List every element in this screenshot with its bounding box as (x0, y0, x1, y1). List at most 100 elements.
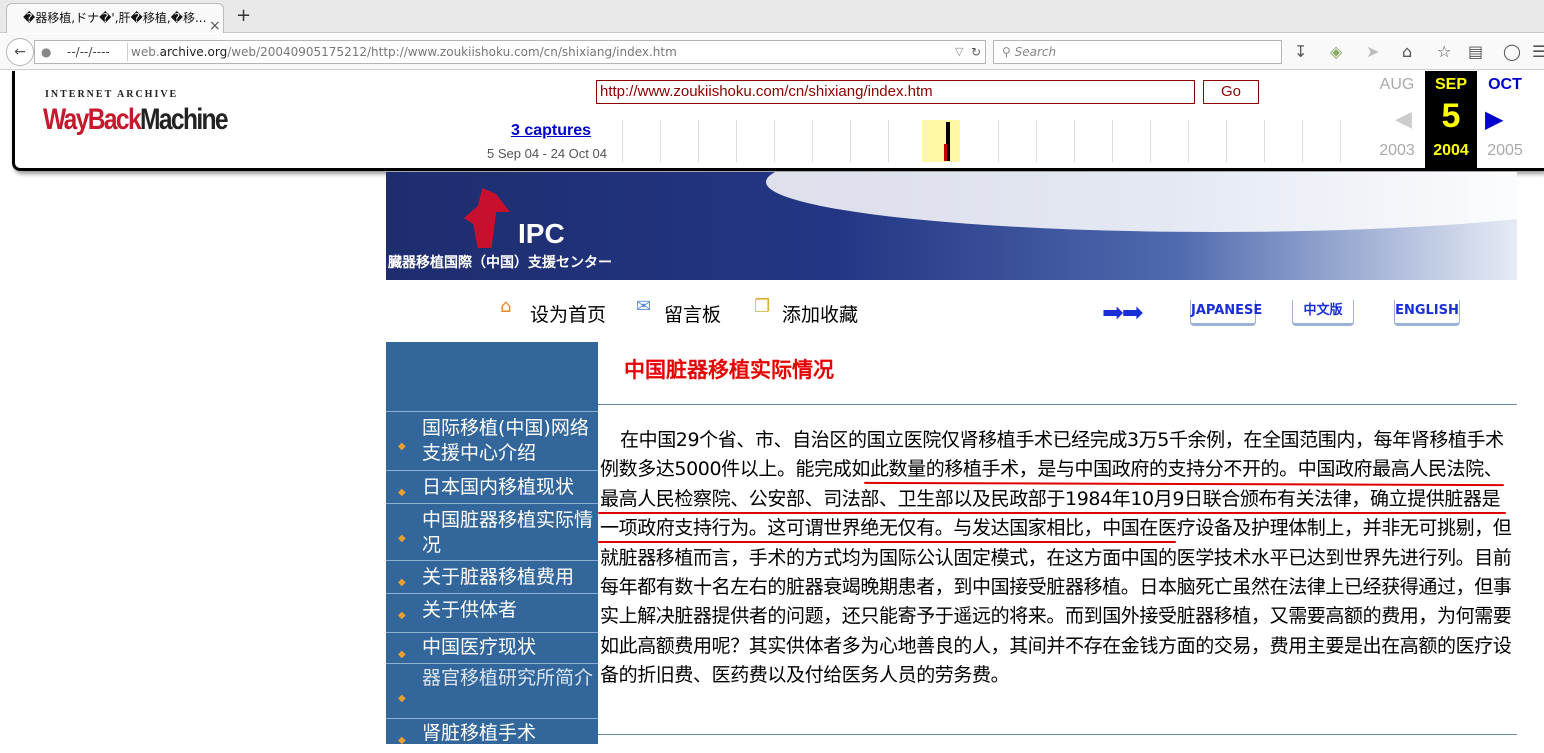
sparkline-col (850, 120, 851, 162)
banner-swoosh (766, 172, 1517, 232)
sparkline-col (736, 120, 737, 162)
sidebar-item-kidney[interactable]: ◆ 肾脏移植手术 (386, 718, 598, 746)
sidebar-item-label: 中国医疗现状 (422, 636, 537, 658)
guestbook-icon: ✉ (636, 296, 652, 317)
bullet-icon: ◆ (398, 610, 406, 621)
download-icon[interactable]: ↧ (1294, 42, 1307, 61)
close-icon[interactable]: × (209, 12, 221, 33)
url-text: web.archive.org/web/20040905175212/http:… (131, 41, 677, 63)
capture-mark-current (944, 144, 947, 161)
sparkline-highlight (922, 120, 960, 162)
site-nav: ⌂ 设为首页 ✉ 留言板 ❐ 添加收藏 ➡➡ JAPANESE 中文版 ENGL… (386, 282, 1517, 340)
tab-title: �器移植,ドナ�',肝�移植,�移... (23, 11, 207, 25)
sparkline-col (622, 120, 623, 162)
browser-tab[interactable]: �器移植,ドナ�',肝�移植,�移... × (6, 3, 224, 33)
sparkline-col (1226, 120, 1227, 162)
reload-icon[interactable]: ↻ (971, 41, 981, 63)
sidebar-item-label: 关于脏器移植费用 (422, 566, 575, 588)
sidebar-item-donor[interactable]: ◆ 关于供体者 (386, 593, 598, 631)
search-icon: ⚲ (1002, 45, 1011, 59)
wayback-url-input[interactable]: http://www.zoukiishoku.com/cn/shixiang/i… (596, 80, 1195, 104)
url-separator (127, 43, 128, 61)
add-favorite-link[interactable]: 添加收藏 (782, 300, 858, 327)
sidebar-item-label: 器官移植研究所简介 (422, 667, 594, 689)
sidebar-item-china-status[interactable]: ◆ 中国脏器移植实际情况 (386, 503, 598, 559)
lang-japanese-button[interactable]: JAPANESE (1190, 300, 1262, 326)
sidebar-item-medical[interactable]: ◆ 中国医疗现状 (386, 632, 598, 662)
bullet-icon: ◆ (398, 693, 406, 704)
logo-way: Way (43, 103, 89, 136)
sparkline-col (888, 120, 889, 162)
sparkline-col (1302, 120, 1303, 162)
tab-bar: �器移植,ドナ�',肝�移植,�移... × + (0, 0, 1544, 33)
sidebar-item-institute[interactable]: ◆ 器官移植研究所简介 (386, 663, 598, 717)
sparkline-col (1150, 120, 1151, 162)
back-arrow-icon: ← (14, 44, 26, 60)
ia-label: INTERNET ARCHIVE (45, 89, 179, 100)
double-arrow-icon: ➡➡ (1102, 298, 1144, 328)
sidebar-item-label: 国际移植(中国)网络支援中心介绍 (422, 417, 589, 464)
url-domain: archive.org (159, 45, 228, 59)
prev-month[interactable]: AUG (1373, 76, 1421, 94)
reader-icon[interactable]: ▤ (1468, 42, 1483, 61)
ipc-logo-icon (464, 188, 510, 248)
prev-year[interactable]: 2003 (1373, 142, 1421, 160)
url-prefix: web. (131, 45, 160, 59)
sidebar-item-cost[interactable]: ◆ 关于脏器移植费用 (386, 560, 598, 592)
body-paragraph: 在中国29个省、市、自治区的国立医院仅肾移植手术已经完成3万5千余例，在全国范围… (600, 429, 1512, 687)
logo-back: Back (87, 103, 142, 136)
current-day: 5 (1441, 97, 1461, 135)
red-underline (598, 512, 1506, 514)
pocket-icon[interactable]: ◯ (1503, 42, 1521, 61)
sidebar-item-label: 关于供体者 (422, 599, 518, 621)
send-icon[interactable]: ➤ (1366, 42, 1379, 61)
go-button[interactable]: Go (1203, 80, 1259, 104)
sparkline-col (1188, 120, 1189, 162)
back-button[interactable]: ← (6, 38, 34, 66)
wayback-toolbar: INTERNET ARCHIVE WayBackMachine http://w… (12, 71, 1544, 171)
set-homepage-link[interactable]: 设为首页 (530, 300, 606, 327)
current-month: SEP (1434, 76, 1467, 93)
next-year: 2005 (1487, 142, 1523, 159)
sparkline-col (1036, 120, 1037, 162)
lang-chinese-button[interactable]: 中文版 (1292, 300, 1354, 326)
red-underline (598, 541, 1176, 543)
sidebar-item-label: 日本国内移植现状 (422, 476, 575, 498)
prev-capture-arrow-icon: ◀ (1395, 107, 1412, 132)
sparkline-col (812, 120, 813, 162)
ipc-logo-text: IPC (518, 218, 565, 249)
main-content: 中国脏器移植实际情况 在中国29个省、市、自治区的国立医院仅肾移植手术已经完成3… (598, 342, 1517, 744)
guestbook-link[interactable]: 留言板 (664, 300, 721, 327)
captures-link[interactable]: 3 captures (495, 122, 607, 140)
bookmark-star-icon[interactable]: ☆ (1437, 42, 1451, 61)
lang-english-button[interactable]: ENGLISH (1394, 300, 1460, 326)
sidebar-item-about[interactable]: ◆ 国际移植(中国)网络支援中心介绍 (386, 411, 598, 469)
home-icon[interactable]: ⌂ (1402, 42, 1412, 61)
wayback-logo[interactable]: WayBackMachine (43, 103, 229, 137)
search-placeholder: Search (1014, 45, 1057, 59)
sidebar-item-label: 肾脏移植手术 (422, 722, 537, 744)
nav-toolbar: ← ● --/--/---- web.archive.org/web/20040… (0, 34, 1544, 70)
bullet-icon: ◆ (398, 487, 406, 498)
new-tab-button[interactable]: + (236, 5, 251, 26)
next-capture-arrow-icon[interactable]: ▶ (1485, 105, 1503, 133)
bullet-icon: ◆ (398, 533, 406, 544)
address-bar[interactable]: ● --/--/---- web.archive.org/web/2004090… (34, 40, 986, 64)
extension-icon[interactable]: ◈ (1330, 42, 1342, 61)
page-title: 中国脏器移植实际情况 (624, 358, 834, 382)
sidebar-item-japan-status[interactable]: ◆ 日本国内移植现状 (386, 470, 598, 502)
search-input[interactable]: ⚲ Search (993, 40, 1282, 64)
capture-sparkline[interactable] (622, 120, 1369, 162)
dropdown-icon[interactable]: ▽ (955, 41, 963, 63)
sparkline-col (660, 120, 661, 162)
captures-span: 5 Sep 04 - 24 Oct 04 (487, 146, 607, 161)
site-banner: IPC 臓器移植国際（中国）支援センター (386, 172, 1517, 280)
current-year: 2004 (1433, 142, 1469, 159)
next-month[interactable]: OCT (1481, 76, 1529, 94)
sparkline-col (998, 120, 999, 162)
sparkline-col (1112, 120, 1113, 162)
sparkline-col (698, 120, 699, 162)
sidebar-menu: ◆ 国际移植(中国)网络支援中心介绍 ◆ 日本国内移植现状 ◆ 中国脏器移植实际情况 … (386, 342, 598, 746)
url-path: /web/20040905175212/http://www.zoukiisho… (227, 45, 677, 59)
menu-icon[interactable]: ☰ (1532, 42, 1544, 61)
